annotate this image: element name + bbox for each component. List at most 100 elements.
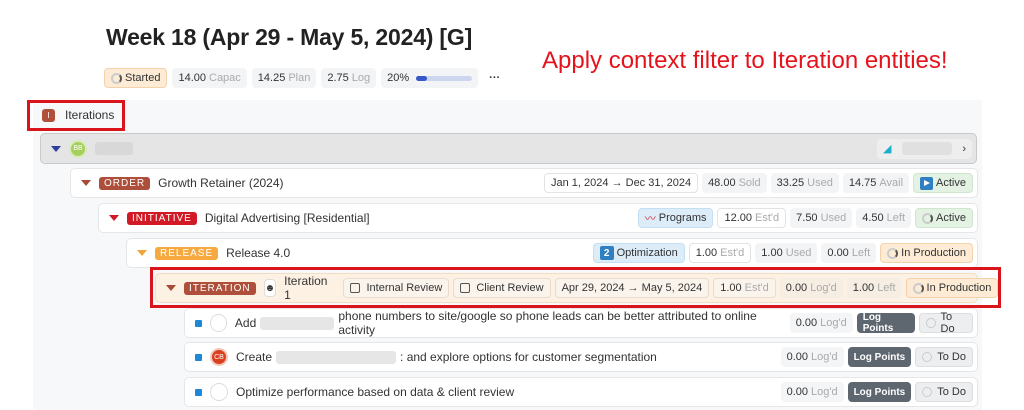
program-label: Programs bbox=[658, 212, 707, 224]
stat-value: 0.00 bbox=[827, 247, 849, 259]
collapse-icon[interactable] bbox=[51, 145, 61, 152]
stat-label: Est'd bbox=[755, 212, 780, 224]
stat-value: 14.75 bbox=[848, 177, 877, 189]
client-row[interactable]: BB ◢ › bbox=[40, 133, 977, 164]
avatar: BB bbox=[69, 139, 87, 158]
order-row[interactable]: ORDER Growth Retainer (2024) Jan 1, 2024… bbox=[70, 168, 978, 198]
task-title-suffix: phone numbers to site/google so phone le… bbox=[338, 309, 757, 337]
used-stat: 1.00 Used bbox=[755, 243, 818, 263]
collapse-icon[interactable] bbox=[109, 215, 119, 221]
release-tag: RELEASE bbox=[155, 246, 219, 260]
collapse-icon[interactable] bbox=[137, 250, 147, 256]
left-stat: 0.00 Left bbox=[821, 243, 877, 263]
assignee-avatar[interactable] bbox=[209, 314, 227, 332]
log-points-button[interactable]: Log Points bbox=[847, 382, 912, 402]
task-row[interactable]: Add phone numbers to site/google so phone… bbox=[184, 308, 978, 338]
capacity-stat: 14.00 Capac bbox=[172, 68, 247, 88]
sold-stat: 48.00 Sold bbox=[702, 173, 767, 193]
collapse-icon[interactable] bbox=[81, 180, 91, 186]
release-row[interactable]: RELEASE Release 4.0 2 Optimization 1.00 Es… bbox=[126, 238, 978, 268]
avail-stat: 14.75 Avail bbox=[842, 173, 910, 193]
task-row[interactable]: Optimize performance based on data & cli… bbox=[184, 377, 978, 407]
stat-value: 0.00 bbox=[795, 317, 818, 329]
redacted-text bbox=[260, 316, 335, 330]
status-badge[interactable]: Started bbox=[104, 68, 168, 88]
progress-stat: 20% bbox=[381, 68, 479, 88]
stat-label: Log'd bbox=[811, 351, 838, 363]
category-badge[interactable]: 2 Optimization bbox=[592, 243, 685, 263]
stat-label: Capac bbox=[209, 72, 241, 84]
annotation-text: Apply context filter to Iteration entiti… bbox=[542, 47, 948, 74]
status-badge[interactable]: To Do bbox=[915, 382, 973, 402]
status-badge[interactable]: Active bbox=[913, 173, 973, 193]
logged-stat: 0.00 Log'd bbox=[780, 347, 844, 367]
task-title[interactable]: Create: and explore options for customer… bbox=[236, 350, 657, 364]
stat-value: 4.50 bbox=[862, 212, 884, 224]
order-tag: ORDER bbox=[99, 176, 151, 190]
client-link-button[interactable]: ◢ › bbox=[877, 138, 972, 159]
redacted-name bbox=[95, 142, 133, 155]
log-points-button[interactable]: Log Points bbox=[847, 347, 912, 367]
highlight-box bbox=[150, 267, 1001, 308]
progress-spinner-icon bbox=[111, 72, 122, 84]
status-badge[interactable]: In Production bbox=[880, 243, 973, 263]
status-label: In Production bbox=[901, 247, 966, 259]
redacted-name bbox=[901, 142, 952, 155]
initiative-tag: INITIATIVE bbox=[127, 211, 197, 225]
log-stat: 2.75 Log bbox=[321, 68, 377, 88]
estimated-stat: 1.00 Est'd bbox=[688, 243, 752, 263]
logged-stat: 0.00 Log'd bbox=[789, 313, 853, 333]
plan-stat: 14.25 Plan bbox=[251, 68, 317, 88]
used-stat: 7.50 Used bbox=[790, 208, 853, 228]
progress-fill bbox=[416, 75, 428, 81]
stat-label: Used bbox=[785, 247, 812, 259]
progress-label: 20% bbox=[387, 72, 410, 84]
stat-label: Used bbox=[820, 212, 847, 224]
release-name[interactable]: Release 4.0 bbox=[226, 246, 290, 260]
assignee-avatar[interactable] bbox=[210, 383, 228, 401]
play-icon bbox=[920, 176, 934, 190]
status-badge[interactable]: To Do bbox=[919, 311, 973, 335]
stat-label: Left bbox=[851, 247, 871, 259]
status-badge[interactable]: Active bbox=[915, 208, 973, 228]
stat-value: 1.00 bbox=[761, 247, 783, 259]
program-badge[interactable]: 〰 Programs bbox=[637, 208, 714, 228]
order-name[interactable]: Growth Retainer (2024) bbox=[158, 176, 283, 190]
progress-spinner-icon bbox=[887, 247, 899, 259]
task-type-icon bbox=[195, 388, 202, 396]
task-title-suffix: : and explore options for customer segme… bbox=[400, 350, 657, 364]
stats-bar: Started 14.00 Capac 14.25 Plan 2.75 Log 20%… bbox=[104, 68, 506, 88]
stat-value: 48.00 bbox=[708, 177, 736, 189]
logged-stat: 0.00 Log'd bbox=[780, 382, 844, 402]
status-badge[interactable]: To Do bbox=[915, 347, 973, 367]
stat-value: 14.00 bbox=[178, 72, 206, 84]
stat-label: Est'd bbox=[720, 247, 745, 259]
todo-circle-icon bbox=[926, 318, 936, 328]
more-button[interactable]: ··· bbox=[483, 68, 506, 88]
used-stat: 33.25 Used bbox=[770, 173, 839, 193]
stat-label: Log bbox=[351, 72, 371, 84]
date-range: Jan 1, 2024 → Dec 31, 2024 bbox=[544, 173, 699, 193]
assignee-avatar[interactable]: CB bbox=[210, 348, 228, 366]
status-label: To Do bbox=[937, 386, 966, 398]
redacted-text bbox=[276, 350, 397, 364]
stat-value: 0.00 bbox=[786, 386, 808, 398]
task-title[interactable]: Optimize performance based on data & cli… bbox=[236, 385, 514, 399]
task-row[interactable]: CB Create: and explore options for custo… bbox=[184, 342, 978, 372]
stat-label: Log'd bbox=[811, 386, 838, 398]
initiative-row[interactable]: INITIATIVE Digital Advertising [Resident… bbox=[98, 203, 978, 233]
log-points-button[interactable]: Log Points bbox=[856, 312, 916, 334]
estimated-stat: 12.00 Est'd bbox=[717, 208, 787, 228]
task-title[interactable]: Add phone numbers to site/google so phone… bbox=[235, 309, 774, 337]
stat-value: 12.00 bbox=[724, 212, 753, 224]
progress-spinner-icon bbox=[922, 212, 934, 224]
stat-value: 14.25 bbox=[257, 72, 286, 84]
stat-label: Avail bbox=[879, 177, 904, 189]
stat-label: Used bbox=[807, 177, 833, 189]
status-label: To Do bbox=[940, 311, 955, 335]
status-label: Started bbox=[125, 72, 161, 84]
progress-bar bbox=[416, 75, 473, 81]
task-type-icon bbox=[195, 319, 202, 327]
task-title-prefix: Optimize performance based on data & cli… bbox=[236, 385, 515, 399]
initiative-name[interactable]: Digital Advertising [Residential] bbox=[205, 211, 370, 225]
